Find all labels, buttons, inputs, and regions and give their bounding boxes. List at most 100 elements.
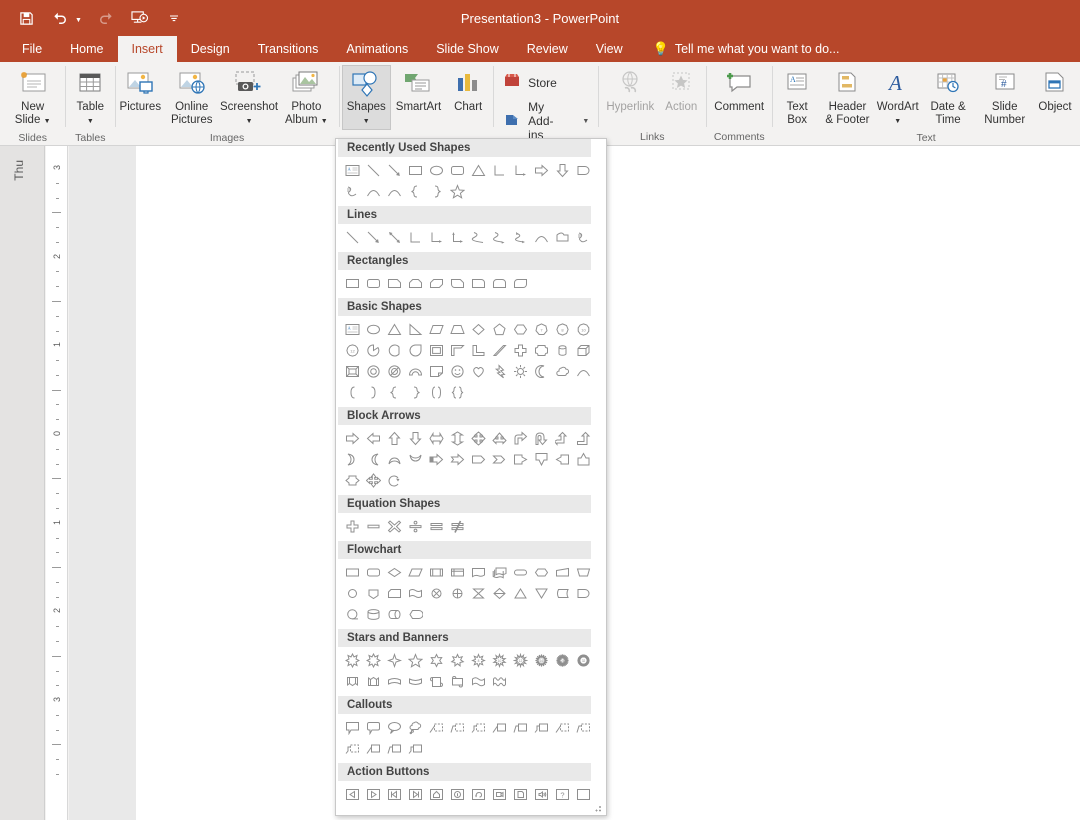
shape-multiply-sign[interactable]: [384, 516, 405, 537]
shape-right-triangle[interactable]: [405, 319, 426, 340]
shape-oval[interactable]: [363, 319, 384, 340]
shape-flowchart-multidocument[interactable]: [489, 562, 510, 583]
shape-teardrop[interactable]: [405, 340, 426, 361]
shape-line-callout-3-border[interactable]: [531, 717, 552, 738]
shape-snip-diagonal-corner-rectangle[interactable]: [426, 273, 447, 294]
shape-not-equal-sign[interactable]: [447, 516, 468, 537]
shape-pie[interactable]: [363, 340, 384, 361]
tab-design[interactable]: Design: [177, 36, 244, 62]
shape-rectangular-callout[interactable]: [342, 717, 363, 738]
shape-action-button-forward[interactable]: [363, 784, 384, 805]
shape-quad-arrow-callout[interactable]: [363, 470, 384, 491]
shape-elbow-double-arrow-connector[interactable]: [447, 227, 468, 248]
photo-album-button[interactable]: Photo Album ▼: [277, 65, 336, 130]
tab-home[interactable]: Home: [56, 36, 117, 62]
shape-cloud[interactable]: [552, 361, 573, 382]
shape-chord[interactable]: [384, 340, 405, 361]
shape-flowchart-card[interactable]: [384, 583, 405, 604]
shape-flowchart-internal-storage[interactable]: [447, 562, 468, 583]
shape-text-box[interactable]: A: [342, 319, 363, 340]
shape-flowchart-manual-input[interactable]: [552, 562, 573, 583]
shape-isosceles-triangle[interactable]: [468, 160, 489, 181]
shape-oval-callout[interactable]: [384, 717, 405, 738]
shape-elbow-arrow-connector[interactable]: [510, 160, 531, 181]
store-button[interactable]: Store: [496, 68, 563, 97]
shape-star-4-point[interactable]: [384, 650, 405, 671]
customize-qat-icon[interactable]: [164, 8, 184, 28]
shape-flowchart-stored-data[interactable]: [552, 583, 573, 604]
start-slideshow-icon[interactable]: [130, 8, 150, 28]
shape-action-button-back[interactable]: [342, 784, 363, 805]
shape-left-up-arrow[interactable]: [552, 428, 573, 449]
shape-diagonal-stripe[interactable]: [489, 340, 510, 361]
shape-freeform-scribble[interactable]: [342, 181, 363, 202]
shape-octagon[interactable]: 8: [552, 319, 573, 340]
pictures-button[interactable]: Pictures: [118, 65, 162, 116]
shape-folded-corner[interactable]: [426, 361, 447, 382]
shape-flowchart-delay[interactable]: [573, 160, 594, 181]
shape-flowchart-punched-tape[interactable]: [405, 583, 426, 604]
shape-wave[interactable]: [468, 671, 489, 692]
shape-line-callout-1[interactable]: [426, 717, 447, 738]
tab-review[interactable]: Review: [513, 36, 582, 62]
shape-curved-left-arrow[interactable]: [363, 449, 384, 470]
shape-curved-double-arrow-connector[interactable]: [510, 227, 531, 248]
shape-decagon[interactable]: 10: [573, 319, 594, 340]
shape-line[interactable]: [342, 227, 363, 248]
shape-frame[interactable]: [426, 340, 447, 361]
shape-curved-right-arrow[interactable]: [342, 449, 363, 470]
shape-donut[interactable]: [363, 361, 384, 382]
shape-flowchart-sort[interactable]: [489, 583, 510, 604]
shape-heptagon[interactable]: 7: [531, 319, 552, 340]
shape-notched-right-arrow[interactable]: [447, 449, 468, 470]
shape-quad-arrow[interactable]: [468, 428, 489, 449]
shape-circular-arrow[interactable]: [384, 470, 405, 491]
shape-l-shape[interactable]: [468, 340, 489, 361]
shape-bevel[interactable]: [342, 361, 363, 382]
slide-number-button[interactable]: # Slide Number: [976, 65, 1033, 129]
shape-freeform-shape[interactable]: [552, 227, 573, 248]
caret-icon[interactable]: ▼: [582, 118, 589, 125]
undo-icon[interactable]: [50, 8, 70, 28]
shape-right-brace[interactable]: [426, 181, 447, 202]
shape-left-right-up-arrow[interactable]: [489, 428, 510, 449]
shape-right-bracket[interactable]: [363, 382, 384, 403]
chart-button[interactable]: Chart: [446, 65, 490, 116]
shape-left-right-arrow-callout[interactable]: [342, 470, 363, 491]
shape-lightning-bolt[interactable]: [489, 361, 510, 382]
shape-parallelogram[interactable]: [426, 319, 447, 340]
shape-arc[interactable]: [573, 361, 594, 382]
shape-flowchart-connector[interactable]: [342, 583, 363, 604]
shape-flowchart-terminator[interactable]: [510, 562, 531, 583]
shape-line-arrow[interactable]: [384, 160, 405, 181]
tab-animations[interactable]: Animations: [332, 36, 422, 62]
date-time-button[interactable]: Date & Time: [920, 65, 977, 129]
shape-pentagon[interactable]: [489, 319, 510, 340]
shape-star-16-point[interactable]: 16: [531, 650, 552, 671]
shape-equal-sign[interactable]: [426, 516, 447, 537]
shape-no-symbol[interactable]: [384, 361, 405, 382]
shape-flowchart-sequential-access-storage[interactable]: [342, 604, 363, 625]
shape-curved-down-ribbon[interactable]: [405, 671, 426, 692]
shape-curved-up-arrow[interactable]: [384, 449, 405, 470]
shape-round-diagonal-corner-rectangle[interactable]: [510, 273, 531, 294]
shape-moon[interactable]: [531, 361, 552, 382]
shape-heart[interactable]: [468, 361, 489, 382]
shape-action-button-return[interactable]: [468, 784, 489, 805]
shape-up-arrow-callout[interactable]: [573, 449, 594, 470]
shape-curve[interactable]: [531, 227, 552, 248]
shape-right-arrow[interactable]: [342, 428, 363, 449]
shape-line-arrow[interactable]: [363, 227, 384, 248]
shape-cloud-callout[interactable]: [405, 717, 426, 738]
smartart-button[interactable]: SmartArt: [391, 65, 446, 116]
shape-right-arrow[interactable]: [531, 160, 552, 181]
shape-star-24-point[interactable]: 24: [552, 650, 573, 671]
shape-diamond[interactable]: [468, 319, 489, 340]
tab-slide-show[interactable]: Slide Show: [422, 36, 513, 62]
shape-down-arrow[interactable]: [405, 428, 426, 449]
shape-curved-arrow-connector[interactable]: [489, 227, 510, 248]
shape-star-12-point[interactable]: 12: [510, 650, 531, 671]
comment-button[interactable]: Comment: [709, 65, 769, 116]
shape-elbow-connector[interactable]: [489, 160, 510, 181]
shape-flowchart-direct-access-storage[interactable]: [384, 604, 405, 625]
